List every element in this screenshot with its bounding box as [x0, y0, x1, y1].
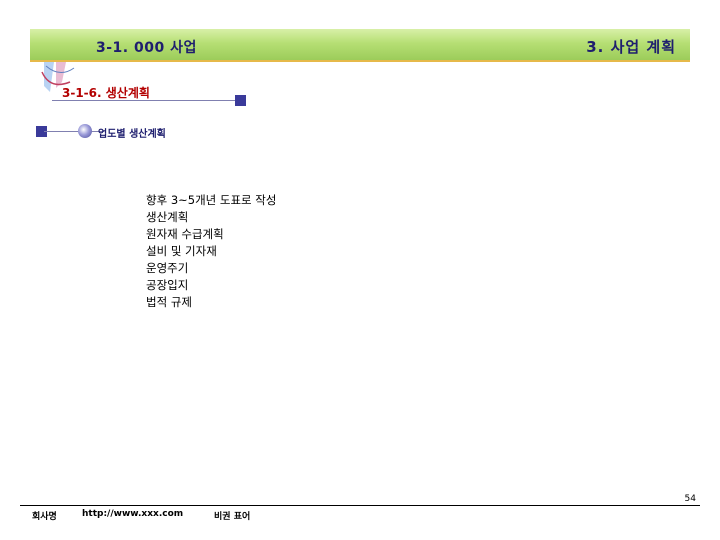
section-title: 업도별 생산계획 — [98, 129, 166, 140]
footer-company: 회사명 — [32, 512, 57, 522]
section-divider — [44, 131, 104, 132]
section-heading: 3. 사업 계획 — [586, 38, 676, 56]
list-item: 생산계획 — [146, 210, 189, 224]
list-item: 원자재 수급계획 — [146, 227, 224, 241]
page-number: 54 — [684, 494, 696, 504]
circle-bullet-icon — [78, 124, 92, 138]
footer-url[interactable]: http://www.xxx.com — [82, 509, 183, 519]
content-list: 향후 3~5개년 도표로 작성 생산계획 원자재 수급계획 설비 및 기자재 운… — [146, 192, 276, 311]
list-item: 향후 3~5개년 도표로 작성 — [146, 193, 277, 207]
footer-divider — [20, 505, 700, 506]
list-item: 설비 및 기자재 — [146, 244, 217, 258]
header-bar: 3-1. 000 사업 3. 사업 계획 — [30, 29, 690, 62]
square-marker-icon — [235, 95, 246, 106]
list-item: 운영주기 — [146, 261, 189, 275]
subsection-title: 3-1-6. 생산계획 — [62, 86, 150, 100]
list-item: 공장입지 — [146, 278, 189, 292]
list-item: 법적 규제 — [146, 295, 192, 309]
chapter-title: 3-1. 000 사업 — [96, 40, 197, 56]
footer-motto: 비권 표어 — [214, 512, 251, 522]
subsection-divider — [52, 100, 238, 101]
